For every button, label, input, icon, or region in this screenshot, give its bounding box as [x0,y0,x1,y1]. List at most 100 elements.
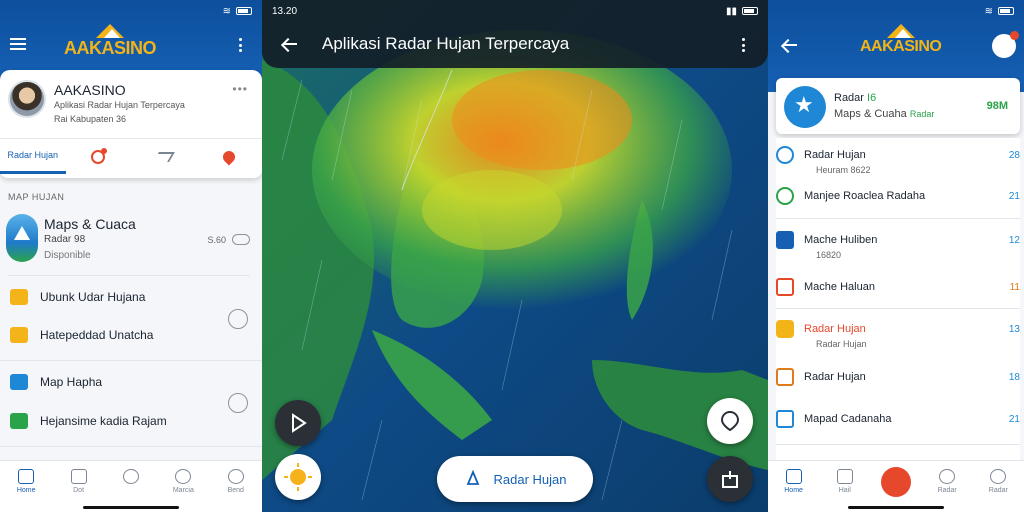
list-item[interactable]: Mapad Cadanaha 21 [776,410,1020,428]
nav-home[interactable]: Home [774,469,814,512]
more-options-icon[interactable] [741,38,745,52]
back-arrow-icon[interactable] [282,37,297,51]
tab-location[interactable] [197,139,263,174]
radar-hujan-button[interactable]: Radar Hujan [437,456,593,502]
list-item-sub: 16820 [816,250,842,260]
profile-more-button[interactable]: ••• [232,82,248,96]
mountain-logo-icon [92,24,128,38]
sun-icon [776,320,794,338]
nav-home-label: Home [784,487,803,494]
list-item-value: 21 [1008,190,1020,202]
list-item[interactable]: Map Hapha [10,369,250,395]
maps-app-icon [6,214,38,262]
list-item-value: 28 [1008,149,1020,161]
feature-status: Disponible [44,250,91,261]
gear-icon [776,187,794,205]
divider [776,308,1020,309]
list-item[interactable]: Radar Hujan 18 [776,368,1020,386]
signal-icon: ▮▮ [725,5,737,17]
menu-icon[interactable] [10,38,26,50]
list-item-label: Hatepeddad Unatcha [40,328,154,342]
status-time: 13.20 [272,5,298,17]
app-logo: AAKASINO [64,24,157,59]
hero-title-badge: I6 [867,92,877,104]
radar-icon [466,470,479,485]
tab-notifications[interactable] [66,139,132,174]
feature-toggle[interactable] [232,234,250,245]
location-icon [720,410,740,432]
list-item[interactable]: Mache Huliben 12 [776,231,1020,249]
list-item-label: Radar Hujan [804,149,866,161]
play-icon [292,413,307,433]
nav-home-label: Home [16,487,36,494]
house-icon [836,469,853,484]
nav-search-label: Radar [988,487,1008,494]
app-bar: ≋ AAKASINO [0,0,262,80]
nav-search[interactable]: Bend [216,469,256,512]
bottom-navigation: Home Hail Radar Radar [768,460,1024,512]
tab-share[interactable] [131,139,197,174]
screen-feature-list: ≋ AAKASINO Radar I6 Maps & Cuaha Radar 9… [768,0,1024,512]
chat-icon[interactable] [228,309,248,329]
wifi-icon: ≋ [984,5,993,17]
status-bar: 13.20 ▮▮ [262,0,768,22]
list-item[interactable]: Hatepeddad Unatcha [10,322,250,348]
nav-hail-label: Hail [838,487,851,494]
battery-icon [742,7,758,15]
map-top-bar: 13.20 ▮▮ Aplikasi Radar Hujan Terpercaya [262,0,768,68]
logo-name: AAKASINO [860,38,942,55]
list-item-label: Radar Hujan [804,323,866,335]
document-icon [776,231,794,249]
chat-icon[interactable] [228,393,248,413]
map-icon [10,374,28,390]
folder-icon [10,289,28,305]
notification-bell-icon[interactable] [992,31,1019,58]
sun-icon [284,463,312,491]
search-icon [990,469,1007,484]
logo-name: AAKASINO [64,38,157,58]
nav-home[interactable]: Home [6,469,46,512]
nav-search[interactable]: Radar [978,469,1018,512]
tab-radar-hujan-label: Radar Hujan [7,150,59,160]
list-item[interactable]: Manjee Roaclea Radaha 21 [776,187,1020,205]
list-item-label: Mache Huliben [804,234,878,246]
back-arrow-icon[interactable] [782,38,797,52]
map-title: Aplikasi Radar Hujan Terpercaya [322,34,570,53]
home-icon [776,368,794,386]
radar-map[interactable] [262,0,768,512]
globe-icon [939,469,956,484]
play-animation-button[interactable] [275,400,321,446]
list-item[interactable]: Radar Hujan 13 [776,320,1020,338]
list-item[interactable]: Mache Haluan 11 [776,278,1020,296]
feature-right-label: S.60 [207,234,226,245]
location-pin-icon [220,148,238,165]
share-icon [722,471,738,488]
locate-button[interactable] [707,398,753,444]
battery-icon [998,7,1014,15]
battery-icon [236,7,252,15]
list-item-label: Mapad Cadanaha [804,413,892,425]
feature-card-maps[interactable]: Maps & Cuaca Radar 98 Disponible S.60 [6,206,250,272]
star-app-icon [784,86,826,128]
more-options-icon[interactable] [238,38,242,52]
feature-subtitle: Radar 98 [44,234,86,245]
share-map-button[interactable] [707,456,753,502]
list-item[interactable]: Radar Hujan 28 [776,146,1020,164]
hero-value: 98M [986,100,1008,112]
bottom-navigation: Home Dot Marcia Bend [0,460,262,512]
divider [776,444,1020,445]
list-item[interactable]: Hejansime kadia Rajam [10,408,250,434]
alert-icon [776,278,794,296]
nav-dot-label: Dot [73,487,85,494]
list-item-sub: Radar Hujan [816,339,867,349]
weather-layer-button[interactable] [275,454,321,500]
tab-radar-hujan[interactable]: Radar Hujan [0,139,66,174]
home-icon [18,469,35,484]
list-item[interactable]: Ubunk Udar Hujana [10,284,250,310]
list-item-value: 18 [1008,371,1020,383]
avatar[interactable] [8,80,46,118]
hero-card[interactable]: Radar I6 Maps & Cuaha Radar 98M [776,78,1020,134]
list-item-label: Ubunk Udar Hujana [40,290,146,304]
compass-icon [122,469,139,484]
section-title: MAP HUJAN [8,192,65,202]
